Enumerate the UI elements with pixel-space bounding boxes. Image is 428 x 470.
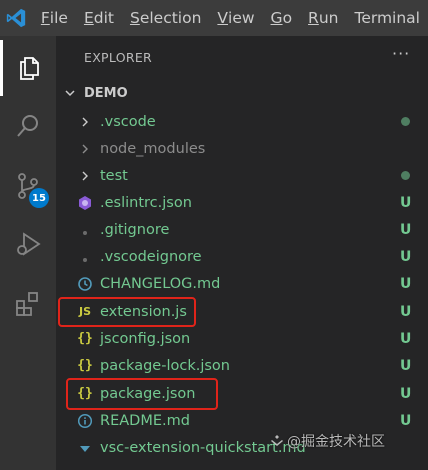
untracked-badge: U xyxy=(400,248,412,265)
download-arrow-icon xyxy=(74,434,96,461)
tree-item-label: node_modules xyxy=(100,140,206,157)
menu-bar: File Edit Selection View Go Run Terminal xyxy=(0,0,428,36)
chevron-down-icon xyxy=(56,87,84,99)
tree-item-package-lock[interactable]: {} package-lock.json U xyxy=(56,352,428,379)
markdown-clock-icon xyxy=(74,270,96,297)
run-debug-icon[interactable] xyxy=(0,216,56,272)
untracked-badge: U xyxy=(400,275,412,292)
source-control-icon[interactable] xyxy=(0,158,56,214)
status-dot xyxy=(401,171,410,180)
untracked-badge: U xyxy=(400,194,412,211)
untracked-badge: U xyxy=(400,330,412,347)
untracked-badge: U xyxy=(400,385,412,402)
json-icon: {} xyxy=(74,325,96,352)
json-icon-text: {} xyxy=(77,358,93,373)
eslint-icon xyxy=(74,189,96,216)
tree-item-label: .vscode xyxy=(100,113,156,130)
highlight-box-extension-js xyxy=(58,297,196,327)
chevron-right-icon xyxy=(74,108,96,135)
tree-item-gitignore[interactable]: .gitignore U xyxy=(56,216,428,243)
watermark: @掘金技术社区 xyxy=(270,431,385,451)
json-icon-text: {} xyxy=(77,331,93,346)
menu-file[interactable]: File xyxy=(33,0,76,36)
folder-section-header[interactable]: DEMO xyxy=(56,80,428,106)
untracked-badge: U xyxy=(400,303,412,320)
menu-selection[interactable]: Selection xyxy=(122,0,209,36)
info-icon xyxy=(74,407,96,434)
tree-item-label: .vscodeignore xyxy=(100,248,202,265)
menu-run[interactable]: Run xyxy=(300,0,346,36)
explorer-header: EXPLORER xyxy=(84,50,153,65)
untracked-badge: U xyxy=(400,221,412,238)
menu-terminal[interactable]: Terminal xyxy=(346,0,428,36)
extensions-icon[interactable] xyxy=(0,276,56,332)
vscode-file-icon xyxy=(74,243,96,270)
tree-item-test-folder[interactable]: test xyxy=(56,162,428,189)
tree-item-label: test xyxy=(100,167,128,184)
tree-item-jsconfig[interactable]: {} jsconfig.json U xyxy=(56,325,428,352)
untracked-badge: U xyxy=(400,357,412,374)
chevron-right-icon xyxy=(74,135,96,162)
watermark-text: @掘金技术社区 xyxy=(287,434,385,450)
tree-item-label: package-lock.json xyxy=(100,357,230,374)
vscode-logo-icon xyxy=(0,0,33,36)
tree-item-vscodeignore[interactable]: .vscodeignore U xyxy=(56,243,428,270)
activity-bar: 15 xyxy=(0,36,56,470)
menu-view[interactable]: View xyxy=(209,0,262,36)
juejin-logo-icon xyxy=(270,434,284,448)
tree-item-label: .eslintrc.json xyxy=(100,194,192,211)
tree-item-label: .gitignore xyxy=(100,221,170,238)
tree-item-eslintrc[interactable]: .eslintrc.json U xyxy=(56,189,428,216)
untracked-badge: U xyxy=(400,412,412,429)
source-control-badge: 15 xyxy=(29,188,49,208)
explorer-panel: EXPLORER ··· DEMO .vscode node_modules t… xyxy=(56,36,428,470)
menu-go[interactable]: Go xyxy=(263,0,301,36)
explorer-icon[interactable] xyxy=(0,40,56,96)
search-icon[interactable] xyxy=(0,98,56,154)
menu-edit[interactable]: Edit xyxy=(76,0,122,36)
highlight-box-package-json xyxy=(66,378,218,410)
tree-item-node-modules-folder[interactable]: node_modules xyxy=(56,135,428,162)
tree-item-label: README.md xyxy=(100,412,190,429)
tree-item-label: jsconfig.json xyxy=(100,330,191,347)
chevron-right-icon xyxy=(74,162,96,189)
git-icon xyxy=(74,216,96,243)
tree-item-readme[interactable]: README.md U xyxy=(56,407,428,434)
tree-item-changelog[interactable]: CHANGELOG.md U xyxy=(56,270,428,297)
tree-item-label: CHANGELOG.md xyxy=(100,275,221,292)
more-actions-icon[interactable]: ··· xyxy=(392,44,410,63)
json-icon: {} xyxy=(74,352,96,379)
folder-name: DEMO xyxy=(84,85,128,101)
tree-item-vscode-folder[interactable]: .vscode xyxy=(56,108,428,135)
status-dot xyxy=(401,117,410,126)
